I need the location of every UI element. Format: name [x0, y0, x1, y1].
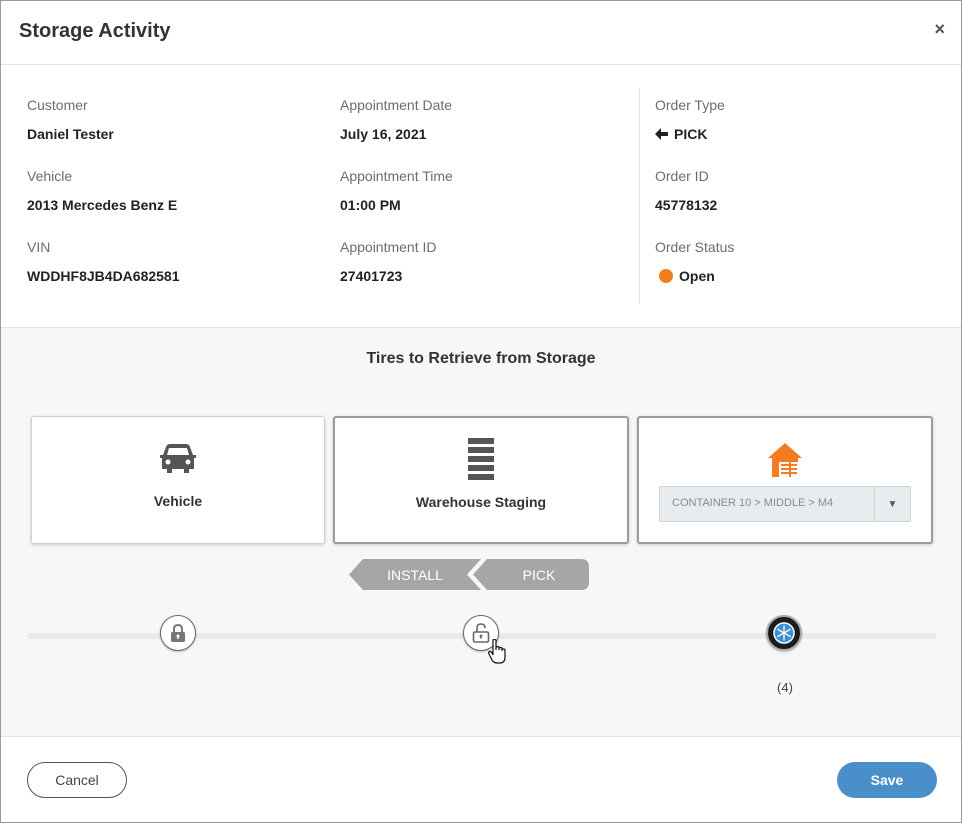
customer-value: Daniel Tester: [27, 126, 114, 142]
save-button[interactable]: Save: [837, 762, 937, 798]
order-id-label: Order ID: [655, 168, 709, 184]
order-status-value: Open: [679, 268, 715, 284]
vehicle-field: Vehicle 2013 Mercedes Benz E: [27, 168, 177, 213]
lock-icon: [171, 624, 185, 642]
step-install: INSTALL: [349, 559, 481, 590]
lock-node-vehicle[interactable]: [160, 615, 196, 651]
vehicle-value: 2013 Mercedes Benz E: [27, 197, 178, 213]
appointment-date-label: Appointment Date: [340, 97, 453, 113]
appointment-id-label: Appointment ID: [340, 239, 437, 255]
cancel-button[interactable]: Cancel: [27, 762, 127, 798]
car-icon: [160, 444, 196, 473]
appointment-date-field: Appointment Date July 16, 2021: [340, 97, 452, 142]
customer-field: Customer Daniel Tester: [27, 97, 114, 142]
location-label-warehouse-staging: Warehouse Staging: [415, 494, 547, 510]
storage-location-value: CONTAINER 10 > MIDDLE > M4: [672, 497, 834, 509]
appointment-info: Customer Daniel Tester Vehicle 2013 Merc…: [1, 65, 961, 327]
order-status-row: Open: [655, 268, 734, 284]
chevron-down-icon[interactable]: ▼: [874, 487, 910, 521]
storage-activity-dialog: Storage Activity × Customer Daniel Teste…: [0, 0, 962, 823]
order-status-field: Order Status Open: [655, 239, 734, 284]
activity-title: Tires to Retrieve from Storage: [366, 350, 596, 367]
tire-node-storage[interactable]: [766, 615, 802, 651]
order-id-field: Order ID 45778132: [655, 168, 717, 213]
arrow-left-icon: [655, 128, 668, 140]
dialog-header: Storage Activity ×: [1, 1, 961, 65]
appointment-time-value: 01:00 PM: [340, 197, 401, 213]
appointment-id-field: Appointment ID 27401723: [340, 239, 437, 284]
vin-value: WDDHF8JB4DA682581: [27, 268, 180, 284]
vehicle-label: Vehicle: [27, 168, 73, 184]
shelving-icon: [468, 438, 494, 480]
tire-snowflake-icon: [773, 622, 795, 644]
vin-label: VIN: [27, 239, 51, 255]
hand-cursor-icon: [488, 639, 506, 664]
order-type-field: Order Type PICK: [655, 97, 725, 142]
storage-location-select[interactable]: CONTAINER 10 > MIDDLE > M4 ▼: [659, 486, 911, 522]
location-label-vehicle: Vehicle: [153, 493, 203, 509]
appointment-id-value: 27401723: [340, 268, 403, 284]
order-status-label: Order Status: [655, 239, 735, 255]
order-type-label: Order Type: [655, 97, 725, 113]
appointment-time-field: Appointment Time 01:00 PM: [340, 168, 453, 213]
vin-field: VIN WDDHF8JB4DA682581: [27, 239, 180, 284]
step-pick: PICK: [473, 559, 589, 590]
customer-label: Customer: [27, 97, 88, 113]
warehouse-icon: [768, 443, 802, 477]
dialog-footer: Cancel Save: [1, 738, 961, 822]
status-dot-icon: [659, 269, 673, 283]
appointment-time-label: Appointment Time: [340, 168, 453, 184]
storage-activity-panel: Tires to Retrieve from Storage Vehicle W…: [1, 327, 961, 737]
step-install-label: INSTALL: [387, 566, 443, 583]
location-card-storage[interactable]: CONTAINER 10 > MIDDLE > M4 ▼: [637, 416, 933, 544]
tire-count: (4): [777, 680, 793, 695]
column-divider: [639, 89, 640, 303]
dialog-title: Storage Activity: [19, 20, 171, 42]
appointment-date-value: July 16, 2021: [340, 126, 427, 142]
order-type-value: PICK: [674, 126, 708, 142]
location-card-vehicle[interactable]: Vehicle: [31, 416, 325, 544]
order-id-value: 45778132: [655, 197, 718, 213]
step-pick-label: PICK: [522, 566, 556, 583]
close-icon[interactable]: ×: [934, 19, 945, 40]
location-card-warehouse-staging[interactable]: Warehouse Staging: [333, 416, 629, 544]
order-type-row: PICK: [655, 126, 725, 142]
